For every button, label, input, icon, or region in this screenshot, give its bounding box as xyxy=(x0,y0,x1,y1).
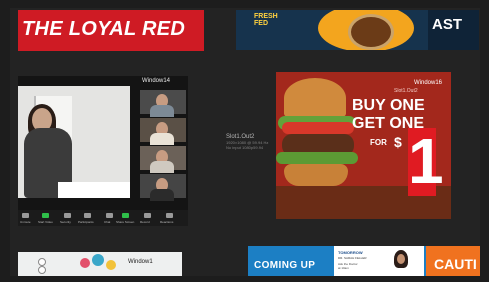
toolbar-label: Unmute xyxy=(20,220,31,224)
participant-torso xyxy=(150,189,174,201)
coming-up-text: COMING UP xyxy=(254,260,316,271)
participant-torso xyxy=(150,161,174,173)
ad-for-text: FOR xyxy=(370,138,387,147)
burger-lettuce-lower xyxy=(276,152,358,164)
food-bowl-image xyxy=(348,14,394,50)
doctor-name: DR. SARAH FELLER xyxy=(338,256,367,260)
ad-dollar-sign: $ xyxy=(394,134,402,150)
radio-dot-icon xyxy=(38,266,46,274)
toolbar-label: Participants xyxy=(78,220,94,224)
meeting-window-tile[interactable]: Window14 Unmute Start Video Security Par… xyxy=(18,76,188,226)
decorative-circle xyxy=(92,254,104,266)
burger-bun-top xyxy=(284,78,346,118)
ad-headline-line1: BUY ONE xyxy=(352,97,425,114)
toolbar-label: Chat xyxy=(104,220,111,224)
radio-dot-icon xyxy=(38,258,46,266)
window-title: Window16 xyxy=(414,80,443,86)
schedule-details: Ask the Doctor at 10am xyxy=(338,262,358,270)
banner-right-text: AST xyxy=(432,16,462,33)
window-title: Window14 xyxy=(142,78,171,84)
toolbar-label: Share Screen xyxy=(116,220,135,224)
main-speaker-video xyxy=(18,86,130,198)
burger-ad-tile[interactable]: Window16 Slot1.Out2 BUY ONE GET ONE FOR … xyxy=(276,72,451,219)
burger-bun-bottom xyxy=(284,164,348,186)
toolbar-label: Security xyxy=(60,220,71,224)
food-banner-tile[interactable]: FRESH FED AST xyxy=(236,10,479,50)
coming-up-tile[interactable]: COMING UP TOMORROW DR. SARAH FELLER Ask … xyxy=(248,246,480,276)
slot-name: Slot1.Out2 xyxy=(394,88,418,94)
ad-price: 1 xyxy=(408,125,444,197)
microphone-icon[interactable] xyxy=(22,213,29,218)
video-wall-canvas: THE LOYAL RED FRESH FED AST Window14 Unm… xyxy=(10,8,480,276)
toolbar-label: Record xyxy=(140,220,150,224)
decorative-circle xyxy=(80,258,90,268)
video-camera-icon[interactable] xyxy=(42,213,49,218)
desk xyxy=(58,182,130,198)
banner-vertical-text: FRESH FED xyxy=(254,13,278,27)
security-shield-icon[interactable] xyxy=(64,213,71,218)
bottom-left-tile[interactable]: Window1 xyxy=(18,252,182,276)
participant-thumbnail[interactable] xyxy=(140,118,186,145)
participant-thumbnail[interactable] xyxy=(140,90,186,117)
host-photo-face xyxy=(397,254,405,264)
burger-tomato xyxy=(282,122,354,134)
participants-icon[interactable] xyxy=(84,213,91,218)
detail-line: at 10am xyxy=(338,266,349,270)
toolbar-label: Reactions xyxy=(160,220,174,224)
toolbar-label: Start Video xyxy=(38,220,53,224)
participant-thumbnail[interactable] xyxy=(140,146,186,173)
decorative-circle xyxy=(106,260,116,270)
participant-thumbnail[interactable] xyxy=(140,174,186,201)
participant-torso xyxy=(150,133,174,145)
participant-torso xyxy=(150,105,174,117)
tomorrow-text: TOMORROW xyxy=(338,250,363,255)
loyal-red-text: THE LOYAL RED xyxy=(22,18,186,40)
record-icon[interactable] xyxy=(144,213,151,218)
chat-icon[interactable] xyxy=(106,213,113,218)
share-screen-icon[interactable] xyxy=(122,213,129,218)
caution-text: CAUTI xyxy=(434,256,477,272)
meeting-toolbar: Unmute Start Video Security Participants… xyxy=(18,210,188,226)
reactions-icon[interactable] xyxy=(166,213,173,218)
window-title: Window1 xyxy=(128,259,153,265)
loyal-red-banner-tile[interactable]: THE LOYAL RED xyxy=(18,10,204,51)
